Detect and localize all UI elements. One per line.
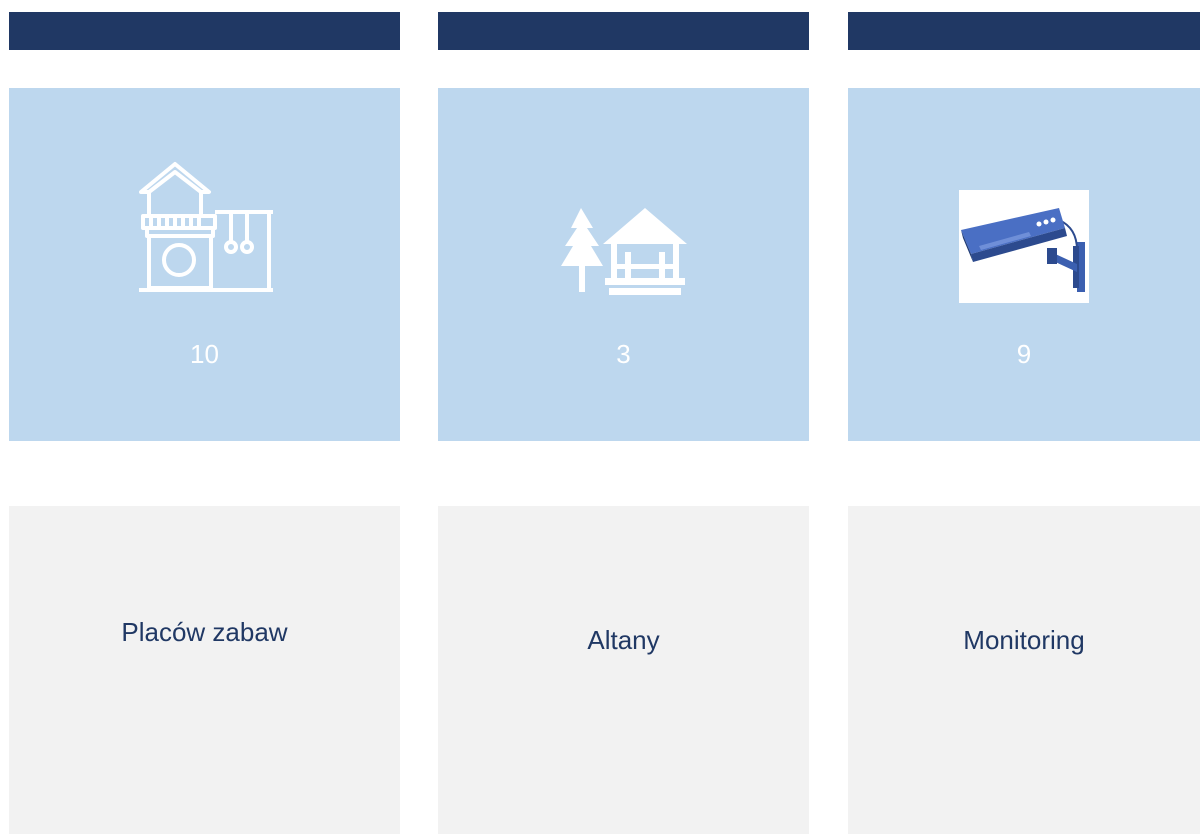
card-label: Monitoring — [963, 625, 1085, 655]
stat-count: 10 — [190, 339, 219, 369]
security-camera-icon — [959, 190, 1089, 303]
card-label: Placów zabaw — [121, 617, 288, 647]
label-panel: Altany — [438, 506, 809, 834]
stat-panel: 3 — [438, 88, 809, 441]
gazebo-tree-icon — [560, 208, 687, 295]
stat-panel: 9 — [848, 88, 1200, 441]
playground-icon — [138, 162, 273, 292]
label-panel: Monitoring — [848, 506, 1200, 834]
stat-count: 9 — [1016, 339, 1032, 369]
stat-panel: 10 — [9, 88, 400, 441]
card-label: Altany — [587, 625, 660, 655]
card-header-bar — [848, 12, 1200, 50]
card-header-bar — [438, 12, 809, 50]
label-panel: Placów zabaw — [9, 506, 400, 834]
stat-count: 3 — [616, 339, 631, 369]
card-header-bar — [9, 12, 400, 50]
